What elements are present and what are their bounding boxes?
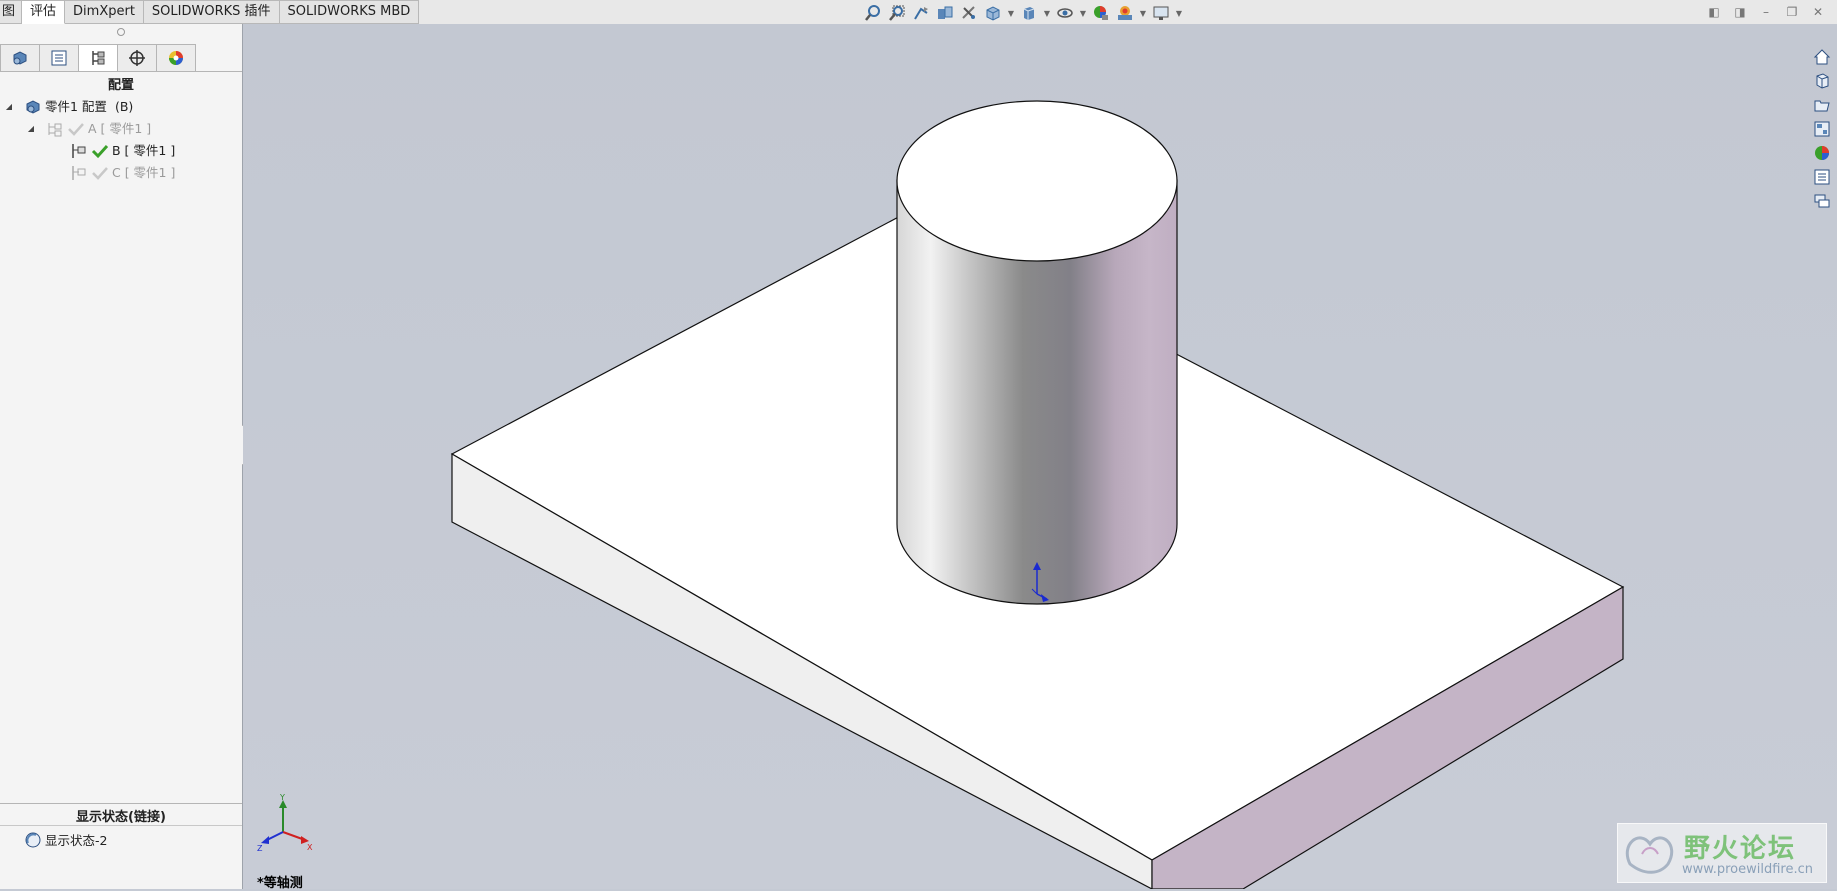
chevron-down-icon[interactable]: ▼ xyxy=(1042,3,1052,23)
panel-divider xyxy=(0,825,242,826)
home-icon[interactable] xyxy=(1811,46,1833,67)
part-icon xyxy=(24,98,42,116)
chevron-down-icon[interactable]: ▼ xyxy=(1006,3,1016,23)
model-3d-view[interactable] xyxy=(243,24,1837,889)
config-icon xyxy=(70,142,88,160)
reference-triad: Y X Z xyxy=(257,794,313,853)
cylinder-top-face[interactable] xyxy=(896,100,1178,262)
chevron-down-icon[interactable]: ◢ xyxy=(26,124,36,134)
config-label: B [ 零件1 ] xyxy=(112,143,176,158)
dimxpert-manager-icon[interactable] xyxy=(117,44,156,72)
close-icon[interactable]: ✕ xyxy=(1809,4,1827,20)
triad-z-label: Z xyxy=(257,844,263,853)
tree-root-label: 零件1 配置 xyxy=(45,99,107,114)
file-explorer-icon[interactable] xyxy=(1811,94,1833,115)
tab-evaluate[interactable]: 评估 xyxy=(22,0,66,24)
config-icon xyxy=(70,164,88,182)
apply-scene-icon[interactable] xyxy=(1114,3,1136,23)
zoom-to-fit-icon[interactable] xyxy=(862,3,884,23)
view-orientation-icon[interactable] xyxy=(982,3,1004,23)
previous-view-icon[interactable] xyxy=(910,3,932,23)
task-pane-tabs xyxy=(1811,46,1837,211)
panel-divider xyxy=(0,803,242,804)
view-orientation-label: *等轴测 xyxy=(257,876,303,891)
hide-show-icon[interactable] xyxy=(1054,3,1076,23)
tree-config-c[interactable]: C [ 零件1 ] xyxy=(0,162,242,184)
restore-icon[interactable]: ❐ xyxy=(1783,4,1801,20)
checkmark-icon xyxy=(91,164,109,182)
chevron-down-icon[interactable]: ▼ xyxy=(1174,3,1184,23)
panel-divider xyxy=(0,71,242,72)
configuration-manager-panel: 配置 ◢ 零件1 配置 (B) ◢ A [ 零件1 ] B [零件1] C … xyxy=(0,24,243,889)
watermark-logo-icon xyxy=(1625,836,1674,874)
chevron-down-icon[interactable]: ▼ xyxy=(1138,3,1148,23)
tile-left-icon[interactable]: ◧ xyxy=(1705,4,1723,20)
display-state-item[interactable]: 显示状态-2 xyxy=(24,830,107,849)
watermark-url: www.proewildfire.cn xyxy=(1682,862,1813,877)
tab-view[interactable]: 图 xyxy=(0,0,23,24)
appearances-icon[interactable] xyxy=(1811,142,1833,163)
config-branch-icon xyxy=(46,120,64,138)
config-label: C [ 零件1 ] xyxy=(112,165,176,180)
property-manager-icon[interactable] xyxy=(39,44,78,72)
chevron-down-icon[interactable]: ▼ xyxy=(1078,3,1088,23)
view-settings-icon[interactable] xyxy=(1150,3,1172,23)
watermark: 野火论坛 www.proewildfire.cn xyxy=(1617,823,1827,883)
tab-solidworks-addins[interactable]: SOLIDWORKS 插件 xyxy=(143,0,280,24)
config-label: A [ 零件1 ] xyxy=(88,121,152,136)
command-tabs: 图 评估 DimXpert SOLIDWORKS 插件 SOLIDWORKS M… xyxy=(0,0,420,24)
display-state-label: 显示状态-2 xyxy=(45,833,108,848)
tree-root-suffix: (B) xyxy=(114,99,134,114)
minimize-icon[interactable]: – xyxy=(1757,4,1775,20)
zoom-area-icon[interactable] xyxy=(886,3,908,23)
tree-root[interactable]: ◢ 零件1 配置 (B) xyxy=(0,96,242,118)
custom-properties-icon[interactable] xyxy=(1811,166,1833,187)
tab-solidworks-mbd[interactable]: SOLIDWORKS MBD xyxy=(279,0,420,24)
view-palette-icon[interactable] xyxy=(1811,118,1833,139)
tree-config-a[interactable]: ◢ A [ 零件1 ] xyxy=(0,118,242,140)
tile-right-icon[interactable]: ◨ xyxy=(1731,4,1749,20)
graphics-area[interactable]: Y X Z *等轴测 野火论坛 www.proewildfire.cn xyxy=(243,24,1837,891)
heads-up-view-toolbar: ▼ ▼ ▼ ▼ ▼ xyxy=(862,3,1184,23)
panel-title: 配置 xyxy=(107,78,134,93)
display-states-title: 显示状态(链接) xyxy=(76,810,166,825)
checkmark-icon xyxy=(67,120,85,138)
checkmark-icon xyxy=(91,142,109,160)
forum-icon[interactable] xyxy=(1811,190,1833,211)
display-manager-icon[interactable] xyxy=(156,44,196,72)
design-library-icon[interactable] xyxy=(1811,70,1833,91)
window-controls: ◧ ◨ – ❐ ✕ xyxy=(1705,4,1827,20)
configuration-manager-icon[interactable] xyxy=(78,44,117,72)
command-manager-tabbar: 图 评估 DimXpert SOLIDWORKS 插件 SOLIDWORKS M… xyxy=(0,0,1837,24)
display-style-icon[interactable] xyxy=(1018,3,1040,23)
display-state-icon xyxy=(24,831,42,849)
triad-y-label: Y xyxy=(279,794,285,802)
dynamic-annotation-icon[interactable] xyxy=(958,3,980,23)
tree-config-b[interactable]: B [ 零件1 ] xyxy=(0,140,242,162)
configuration-tree: ◢ 零件1 配置 (B) ◢ A [ 零件1 ] B [ 零件1] C [零… xyxy=(0,96,242,184)
manager-tabs xyxy=(0,44,196,72)
watermark-title: 野火论坛 xyxy=(1684,834,1797,864)
panel-grip[interactable] xyxy=(117,28,125,36)
edit-appearance-icon[interactable] xyxy=(1090,3,1112,23)
section-view-icon[interactable] xyxy=(934,3,956,23)
feature-manager-icon[interactable] xyxy=(0,44,39,72)
chevron-down-icon[interactable]: ◢ xyxy=(4,102,14,112)
tab-dimxpert[interactable]: DimXpert xyxy=(65,0,144,24)
triad-x-label: X xyxy=(307,843,313,852)
